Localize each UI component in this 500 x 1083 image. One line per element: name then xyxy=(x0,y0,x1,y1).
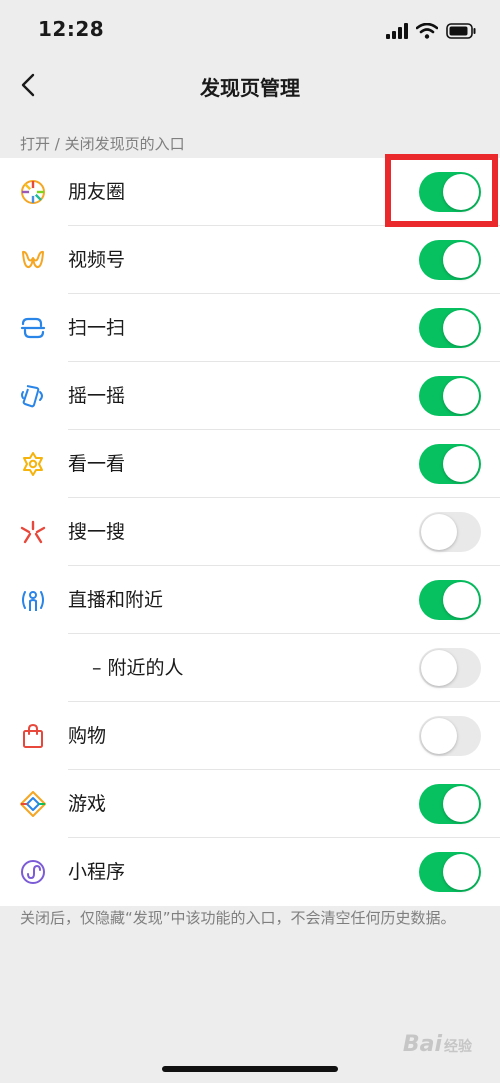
mini-programs-icon xyxy=(20,859,46,885)
status-bar: 12:28 xyxy=(0,0,500,60)
nav-bar: 发现页管理 xyxy=(0,60,500,110)
list-item-games: 游戏 xyxy=(0,770,500,838)
discover-entries-list: 朋友圈 视频号 扫一扫 摇一摇 看一看 搜一搜 直播和附近 – 附近的人 购物 … xyxy=(0,158,500,906)
toggle-switch[interactable] xyxy=(419,648,481,688)
toggle-switch[interactable] xyxy=(419,240,481,280)
toggle-knob xyxy=(443,242,479,278)
list-item-live-nearby: 直播和附近 xyxy=(0,566,500,634)
toggle-knob xyxy=(443,446,479,482)
list-item-shake: 摇一摇 xyxy=(0,362,500,430)
list-item-top-stories: 看一看 xyxy=(0,430,500,498)
toggle-switch[interactable] xyxy=(419,444,481,484)
toggle-knob xyxy=(443,582,479,618)
list-item-search: 搜一搜 xyxy=(0,498,500,566)
scan-icon xyxy=(20,315,46,341)
toggle-switch[interactable] xyxy=(419,308,481,348)
list-item-mini-programs: 小程序 xyxy=(0,838,500,906)
item-label: 购物 xyxy=(68,725,107,747)
toggle-knob xyxy=(421,514,457,550)
wifi-icon xyxy=(416,23,438,39)
page-title: 发现页管理 xyxy=(200,76,300,100)
item-label: 视频号 xyxy=(68,249,126,271)
shake-icon xyxy=(20,383,46,409)
toggle-switch[interactable] xyxy=(419,852,481,892)
shopping-bag-icon xyxy=(20,723,46,749)
watermark-sub: 经验 xyxy=(444,1039,472,1055)
status-time: 12:28 xyxy=(38,17,105,41)
toggle-knob xyxy=(443,378,479,414)
toggle-switch[interactable] xyxy=(419,784,481,824)
list-item-channels: 视频号 xyxy=(0,226,500,294)
toggle-knob xyxy=(443,854,479,890)
toggle-knob xyxy=(443,310,479,346)
item-label: – 附近的人 xyxy=(92,657,184,679)
battery-icon xyxy=(446,23,476,39)
toggle-switch[interactable] xyxy=(419,512,481,552)
item-label: 扫一扫 xyxy=(68,317,126,339)
item-label: 朋友圈 xyxy=(68,181,126,203)
live-nearby-icon xyxy=(20,587,46,613)
signal-icon xyxy=(386,23,408,39)
toggle-knob xyxy=(443,786,479,822)
item-label: 直播和附近 xyxy=(68,589,164,611)
watermark: Bai 经验 xyxy=(403,1032,472,1057)
games-icon xyxy=(20,791,46,817)
search-icon xyxy=(20,519,46,545)
item-label: 看一看 xyxy=(68,453,126,475)
section-header: 打开 / 关闭发现页的入口 xyxy=(20,135,185,153)
toggle-switch[interactable] xyxy=(419,376,481,416)
watermark-brand: Bai xyxy=(402,1032,442,1057)
toggle-switch[interactable] xyxy=(419,716,481,756)
home-indicator xyxy=(162,1066,338,1072)
status-icons xyxy=(386,20,476,42)
item-label: 摇一摇 xyxy=(68,385,126,407)
item-label: 搜一搜 xyxy=(68,521,126,543)
list-item-shopping: 购物 xyxy=(0,702,500,770)
footer-note: 关闭后，仅隐藏“发现”中该功能的入口，不会清空任何历史数据。 xyxy=(20,909,456,927)
item-label: 游戏 xyxy=(68,793,107,815)
list-item-people-nearby: – 附近的人 xyxy=(0,634,500,702)
toggle-knob xyxy=(421,718,457,754)
toggle-knob xyxy=(421,650,457,686)
toggle-switch[interactable] xyxy=(419,580,481,620)
top-stories-icon xyxy=(20,451,46,477)
moments-icon xyxy=(20,179,46,205)
item-label: 小程序 xyxy=(68,861,126,883)
list-item-scan: 扫一扫 xyxy=(0,294,500,362)
channels-icon xyxy=(20,247,46,273)
annotation-highlight-box xyxy=(385,154,498,227)
